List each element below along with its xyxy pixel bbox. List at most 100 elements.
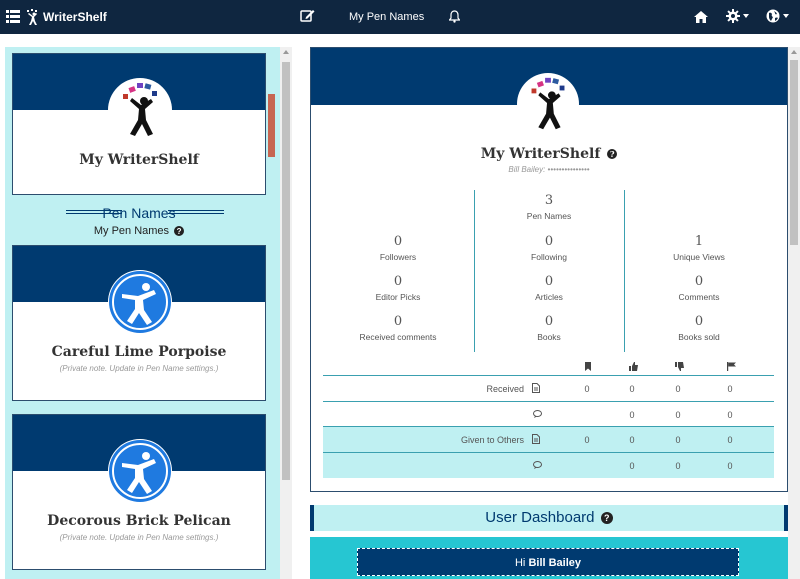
table-cell: 0 [584, 435, 590, 445]
stat-value: 0 [694, 274, 704, 289]
greeting-box: Hi Bill Bailey [357, 548, 739, 576]
stat-label: Unique Views [673, 252, 725, 262]
stat-label: Books sold [678, 332, 720, 342]
row-label: Given to Others [460, 435, 524, 445]
stat-value: 0 [393, 274, 403, 289]
thumbs-up-icon [629, 358, 638, 376]
stat-value: 0 [694, 314, 704, 329]
bookmark-icon [584, 358, 592, 376]
home-icon[interactable] [694, 10, 708, 28]
logo-text: WriterShelf [43, 10, 107, 24]
table-cell: 0 [629, 384, 635, 394]
table-cell: 0 [629, 435, 635, 445]
pen-name-title: Decorous Brick Pelican [47, 513, 231, 529]
pen-name-card[interactable]: Careful Lime Porpoise (Private note. Upd… [12, 245, 266, 401]
avatar [108, 78, 172, 142]
table-cell: 0 [727, 461, 733, 471]
table-cell: 0 [584, 384, 590, 394]
top-navbar: WriterShelf My Pen Names [0, 0, 800, 34]
scroll-up-arrow-icon[interactable] [283, 50, 289, 54]
stat-value: 0 [544, 234, 554, 249]
table-row: Received 0 0 0 0 [323, 376, 774, 401]
help-icon[interactable]: ? [174, 226, 185, 237]
thumbs-down-icon [675, 358, 684, 376]
pen-name-title: Careful Lime Porpoise [51, 344, 227, 360]
writershelf-logo[interactable]: WriterShelf [26, 8, 107, 26]
inner-scrollbar-thumb[interactable] [268, 94, 275, 157]
table-row: 0 0 0 [323, 453, 774, 478]
table-cell: 0 [675, 384, 681, 394]
dashboard-title: User Dashboard [485, 509, 595, 526]
main-writershelf-card[interactable]: My WriterShelf [12, 53, 266, 195]
page-scrollbar-thumb[interactable] [790, 60, 798, 245]
stat-following[interactable]: 0 Following [474, 234, 624, 262]
document-icon [532, 383, 540, 395]
comment-icon [533, 410, 542, 420]
stat-label: Editor Picks [375, 292, 421, 302]
comment-icon [533, 461, 542, 471]
my-pen-names-label: My Pen Names ? [12, 225, 266, 237]
user-dashboard-heading: User Dashboard ? [310, 505, 788, 531]
stat-label: Followers [379, 252, 417, 262]
avatar [517, 73, 579, 135]
profile-name-text: My WriterShelf [480, 146, 601, 162]
stat-value: 3 [544, 193, 554, 208]
chevron-down-icon [743, 14, 749, 18]
stat-comments[interactable]: 0 Comments [624, 274, 774, 302]
stat-label: Books [537, 332, 561, 342]
table-row: 0 0 0 [323, 402, 774, 427]
bell-icon[interactable] [448, 10, 461, 28]
help-icon[interactable]: ? [607, 149, 618, 159]
flag-icon [727, 358, 736, 376]
row-label: Received [486, 384, 524, 394]
card-banner [13, 54, 265, 142]
page-title[interactable]: My Pen Names [349, 11, 424, 23]
heading-divider [168, 210, 224, 214]
stat-followers[interactable]: 0 Followers [323, 234, 473, 262]
table-cell: 0 [675, 461, 681, 471]
profile-user-email: Bill Bailey: ••••••••••••••• [508, 165, 590, 174]
card-banner [13, 246, 265, 334]
stat-label: Following [531, 252, 567, 262]
stat-label: Articles [535, 292, 563, 302]
grid-menu-icon[interactable] [6, 10, 20, 23]
pen-name-note: (Private note. Update in Pen Name settin… [59, 364, 219, 373]
table-cell: 0 [629, 410, 635, 420]
help-icon[interactable]: ? [600, 512, 613, 525]
sidebar-scrollbar-thumb[interactable] [282, 62, 290, 480]
avatar [108, 439, 172, 503]
table-cell: 0 [675, 435, 681, 445]
stat-pen-names[interactable]: 3 Pen Names [474, 193, 624, 221]
user-name: Bill Bailey [528, 557, 582, 569]
stat-received-comments[interactable]: 0 Received comments [323, 314, 473, 342]
profile-name: My WriterShelf ? [311, 146, 787, 162]
stat-books-sold[interactable]: 0 Books sold [624, 314, 774, 342]
card-banner [13, 415, 265, 503]
scroll-up-arrow-icon[interactable] [791, 50, 797, 54]
gear-icon [726, 9, 740, 23]
table-cell: 0 [727, 435, 733, 445]
pen-names-heading: Pen Names [12, 205, 266, 221]
stat-label: Pen Names [526, 211, 572, 221]
pen-name-card[interactable]: Decorous Brick Pelican (Private note. Up… [12, 414, 266, 570]
stat-value: 0 [393, 234, 403, 249]
stat-books[interactable]: 0 Books [474, 314, 624, 342]
chevron-down-icon [783, 14, 789, 18]
stat-editor-picks[interactable]: 0 Editor Picks [323, 274, 473, 302]
globe-icon [766, 9, 780, 23]
pen-name-note: (Private note. Update in Pen Name settin… [59, 533, 219, 542]
stat-unique-views[interactable]: 1 Unique Views [624, 234, 774, 262]
logo-figure-icon [27, 9, 37, 25]
stat-label: Received comments [359, 332, 437, 342]
table-cell: 0 [727, 384, 733, 394]
stat-articles[interactable]: 0 Articles [474, 274, 624, 302]
language-dropdown[interactable] [766, 9, 789, 23]
edit-icon[interactable] [300, 9, 315, 28]
table-cell: 0 [675, 410, 681, 420]
settings-dropdown[interactable] [726, 9, 749, 23]
table-cell: 0 [629, 461, 635, 471]
document-icon [532, 434, 540, 446]
card-name: My WriterShelf [79, 152, 199, 168]
greeting-text: Hi [514, 557, 526, 569]
table-cell: 0 [727, 410, 733, 420]
